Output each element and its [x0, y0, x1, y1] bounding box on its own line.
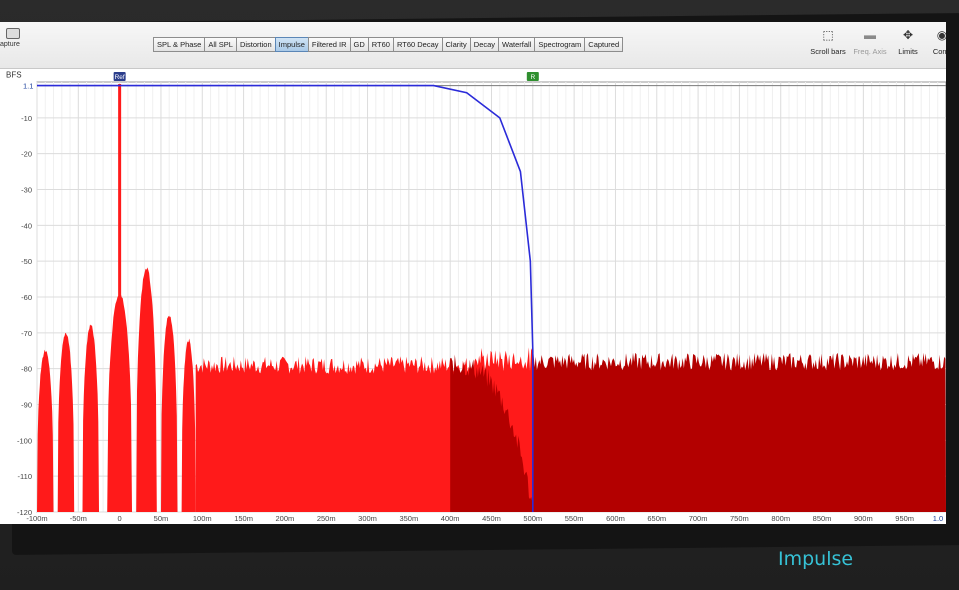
y-tick-label: -60 [21, 293, 32, 302]
x-tick-labels: -100m -50m 0 50m 100m 150m 200m 250m 300m 350m 400… [26, 514, 943, 523]
x-tick-label: 550m [565, 514, 584, 523]
capture-label: apture [0, 41, 20, 48]
y-tick-label: -40 [21, 221, 32, 230]
tab-waterfall[interactable]: Waterfall [498, 37, 536, 52]
tab-spl-phase[interactable]: SPL & Phase [153, 37, 206, 52]
x-tick-label: 750m [730, 514, 749, 523]
x-tick-label: 450m [482, 514, 501, 523]
y-tick-label: -10 [21, 114, 32, 123]
freq-axis-icon: ▬ [864, 28, 876, 42]
controls-button[interactable]: ◉ Contr [922, 28, 946, 60]
camera-icon [6, 28, 20, 39]
controls-icon: ◉ [936, 28, 946, 42]
app-window: apture SPL & Phase All SPL Distortion Im… [0, 22, 946, 524]
freq-axis-label: Freq. Axis [853, 47, 887, 56]
x-tick-label: 0 [118, 514, 122, 523]
impulse-peak [118, 84, 122, 512]
x-tick-label: 650m [647, 514, 666, 523]
capture-button[interactable]: apture [0, 28, 36, 62]
controls-label: Contr [932, 47, 946, 56]
x-tick-label: 800m [771, 514, 790, 523]
x-tick-label: 250m [317, 514, 336, 523]
tab-rt60[interactable]: RT60 [367, 37, 394, 52]
toolbar: apture SPL & Phase All SPL Distortion Im… [0, 22, 946, 69]
x-tick-label: 150m [234, 514, 253, 523]
caption: Impulse [778, 548, 854, 570]
impulse-chart-svg: BFS -10 -20 -30 -40 -50 -60 -70 -80 -90 -100 -110 -… [6, 71, 946, 523]
tab-decay[interactable]: Decay [469, 37, 500, 52]
limits-label: Limits [898, 47, 918, 56]
tab-distortion[interactable]: Distortion [235, 37, 276, 52]
y-tick-label: -110 [18, 472, 32, 481]
impulse-chart[interactable]: BFS -10 -20 -30 -40 -50 -60 -70 -80 -90 -100 -110 -… [0, 68, 946, 524]
y-tick-label: -90 [21, 401, 32, 410]
scroll-bars-icon: ⬚ [822, 28, 834, 42]
y-tick-label: -30 [21, 186, 32, 195]
tab-rt60-decay[interactable]: RT60 Decay [392, 37, 443, 52]
y-unit-label: BFS [6, 71, 22, 80]
tab-impulse[interactable]: Impulse [274, 37, 309, 52]
scroll-bars-label: Scroll bars [810, 47, 846, 56]
tab-clarity[interactable]: Clarity [441, 37, 471, 52]
x-end-marker: 1.0 [933, 514, 943, 523]
x-tick-label: 100m [193, 514, 212, 523]
tab-all-spl[interactable]: All SPL [204, 37, 237, 52]
y-tick-labels: -10-20-30-40-50-60-70-80-90-100-110-1201… [17, 82, 33, 517]
tab-spectrogram[interactable]: Spectrogram [534, 37, 586, 52]
y-tick-label: -80 [21, 365, 32, 374]
y-tick-label: -70 [21, 329, 32, 338]
x-tick-label: 900m [854, 514, 873, 523]
cursor-marker-label: Ref [115, 74, 125, 81]
scroll-bars-button[interactable]: ⬚ Scroll bars [808, 28, 848, 60]
x-tick-label: 600m [606, 514, 625, 523]
x-tick-label: 300m [358, 514, 377, 523]
x-tick-label: 350m [399, 514, 418, 523]
x-tick-label: -100m [26, 514, 47, 523]
x-tick-label: 500m [523, 514, 542, 523]
tab-gd[interactable]: GD [349, 37, 369, 52]
x-tick-label: 200m [276, 514, 295, 523]
y-tick-label: -50 [21, 257, 32, 266]
tab-captured[interactable]: Captured [584, 37, 624, 52]
graph-tabs: SPL & Phase All SPL Distortion Impulse F… [153, 37, 624, 52]
y-top-marker: 1.1 [23, 82, 33, 91]
x-tick-label: -50m [70, 514, 87, 523]
x-tick-label: 700m [689, 514, 708, 523]
cursor-markers: Ref R [113, 72, 539, 81]
cursor-marker-label: R [530, 74, 535, 81]
x-tick-label: 950m [895, 514, 914, 523]
freq-axis-button[interactable]: ▬ Freq. Axis [850, 28, 890, 60]
tab-filtered-ir[interactable]: Filtered IR [307, 37, 351, 52]
y-tick-label: -100 [17, 436, 32, 445]
x-tick-label: 50m [154, 514, 169, 523]
x-tick-label: 400m [441, 514, 460, 523]
y-tick-label: -20 [21, 150, 32, 159]
x-tick-label: 850m [813, 514, 832, 523]
